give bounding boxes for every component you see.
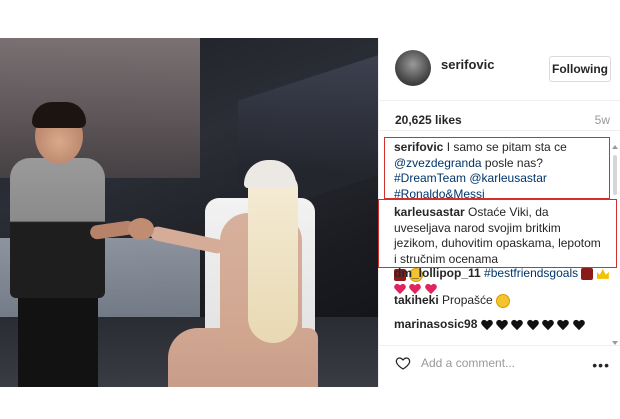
likes-count[interactable]: 20,625 likes <box>395 113 462 127</box>
post-time[interactable]: 5w <box>595 113 610 127</box>
comment-box: Add a comment... ••• <box>379 345 620 382</box>
add-comment-input[interactable]: Add a comment... <box>421 356 515 370</box>
comment-caption: serifovic I samo se pitam sta ce @zvezde… <box>394 140 606 202</box>
comment-username[interactable]: marinasosic98 <box>394 317 477 331</box>
comment-item: takiheki Propašće <box>394 293 511 309</box>
person-left-legs <box>18 293 98 387</box>
person-right-hair <box>248 173 298 343</box>
comments-scrollbar[interactable] <box>612 145 618 345</box>
comment-username[interactable]: takiheki <box>394 293 439 307</box>
black-heart-emoji-icon <box>557 319 569 331</box>
person-left-hair <box>32 102 86 128</box>
hashtag-link[interactable]: #bestfriendsgoals <box>484 266 578 280</box>
comment-text: I samo se pitam sta ce <box>443 140 567 154</box>
hashtag-link[interactable]: #Ronaldo&Messi <box>394 187 485 201</box>
black-heart-emoji-icon <box>481 319 493 331</box>
black-heart-emoji-icon <box>542 319 554 331</box>
more-icon[interactable]: ••• <box>592 357 610 373</box>
post-photo <box>0 38 378 387</box>
emoji-icon <box>496 293 511 308</box>
following-button[interactable]: Following <box>549 56 611 82</box>
mention-link[interactable]: @zvezdegranda <box>394 156 482 170</box>
comment-item: marinasosic98 <box>394 317 585 333</box>
comment-text: Propašće <box>438 293 493 307</box>
scroll-thumb[interactable] <box>613 155 617 195</box>
comment-text: posle nas? <box>481 155 543 170</box>
audience-background <box>0 38 200 178</box>
emoji-icon <box>581 267 594 280</box>
hashtag-link[interactable]: #DreamTeam <box>394 171 466 185</box>
post-header: serifovic Following <box>379 38 620 101</box>
mention-link[interactable]: @karleusastar <box>466 171 547 185</box>
heart-icon[interactable] <box>395 355 411 371</box>
comment-username[interactable]: serifovic <box>394 140 443 154</box>
comments-list: serifovic I samo se pitam sta ce @zvezde… <box>379 132 620 340</box>
post-username[interactable]: serifovic <box>441 57 494 72</box>
black-heart-emoji-icon <box>511 319 523 331</box>
black-heart-emoji-icon <box>527 319 539 331</box>
handshake <box>128 218 154 240</box>
likes-row: 20,625 likes 5w <box>379 106 620 131</box>
comment-username[interactable]: karleusastar <box>394 205 465 219</box>
black-heart-emoji-icon <box>573 319 585 331</box>
comment-username[interactable]: dm_lollipop_11 <box>394 266 481 280</box>
black-heart-emoji-icon <box>496 319 508 331</box>
avatar[interactable] <box>395 50 431 86</box>
crown-emoji-icon <box>596 268 609 279</box>
scroll-up-icon[interactable] <box>612 145 618 149</box>
